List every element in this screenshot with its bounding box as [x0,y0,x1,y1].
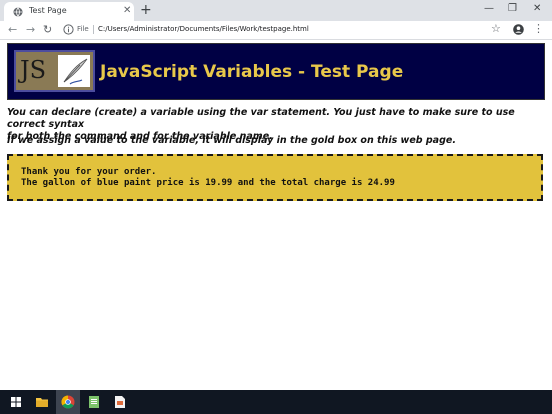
page-title: JavaScript Variables - Test Page [100,62,404,82]
logo-text: JS [20,56,47,84]
url-separator [93,25,94,34]
reload-icon[interactable]: ↻ [43,23,52,37]
assign-paragraph: If we assign a value to the variable, it… [7,135,456,146]
intro-line-1: You can declare (create) a variable usin… [7,107,515,130]
back-icon[interactable]: ← [8,23,17,37]
close-icon[interactable]: ✕ [123,5,131,17]
windows-start-icon[interactable] [4,390,28,414]
taskbar [0,390,552,414]
globe-icon [13,7,23,17]
page-content: JS JavaScript Variables - Test Page You … [5,41,545,389]
document-icon[interactable] [108,390,132,414]
quill-icon [58,55,90,87]
address-bar[interactable]: File C:/Users/Administrator/Documents/Fi… [58,22,508,37]
url-scheme: File [77,25,89,33]
tab-strip: Test Page ✕ + — ❐ ✕ [0,0,552,21]
star-icon[interactable]: ☆ [491,22,501,36]
forward-icon[interactable]: → [26,23,35,37]
thank-you-text: Thank you for your order. [21,167,157,177]
minimize-icon[interactable]: — [484,2,494,16]
restore-icon[interactable]: ❐ [508,2,517,16]
browser-toolbar: ← → ↻ File C:/Users/Administrator/Docume… [0,21,552,40]
gold-output-box: Thank you for your order. The gallon of … [7,154,543,201]
browser-tab[interactable]: Test Page ✕ [4,2,134,21]
info-icon[interactable] [63,24,74,35]
page-header: JS JavaScript Variables - Test Page [7,43,545,100]
charge-text: The gallon of blue paint price is 19.99 … [21,178,395,188]
menu-icon[interactable]: ⋮ [533,22,544,36]
file-explorer-icon[interactable] [30,390,54,414]
tab-title: Test Page [29,6,67,15]
js-logo: JS [14,50,95,92]
window-close-icon[interactable]: ✕ [533,2,541,16]
profile-icon[interactable] [513,24,524,35]
notepad-icon[interactable] [82,390,106,414]
url-text[interactable]: C:/Users/Administrator/Documents/Files/W… [98,24,309,35]
new-tab-button[interactable]: + [140,2,152,18]
browser-window: Test Page ✕ + — ❐ ✕ ← → ↻ File C:/Users/… [0,0,552,390]
chrome-icon[interactable] [56,390,80,414]
